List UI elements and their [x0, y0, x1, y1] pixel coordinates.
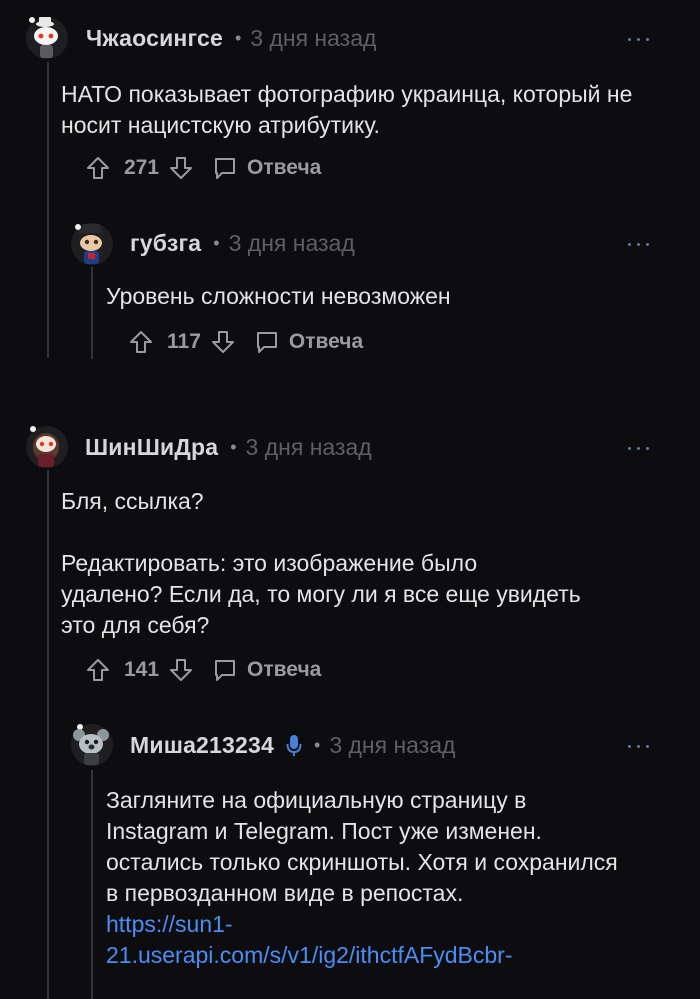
upvote-icon[interactable]	[86, 155, 110, 181]
avatar[interactable]	[24, 14, 68, 59]
separator-dot: •	[213, 233, 220, 253]
comment-header: губзга • 3 дня назад	[130, 230, 355, 257]
vote-score: 117	[167, 330, 201, 353]
comment-body: НАТО показывает фотографию украинца, кот…	[61, 79, 661, 141]
downvote-icon[interactable]	[169, 155, 193, 181]
separator-dot: •	[234, 28, 242, 48]
comment-timestamp: 3 дня назад	[245, 434, 372, 460]
more-options-icon[interactable]	[628, 445, 650, 453]
comment-paragraph: Редактировать: это изображение было удал…	[61, 550, 581, 638]
microphone-icon	[286, 734, 302, 756]
avatar[interactable]	[24, 423, 68, 468]
comment-actions: 117 Отвеча	[129, 327, 363, 357]
avatar[interactable]	[69, 220, 113, 265]
thread-line	[47, 62, 49, 358]
reply-icon[interactable]	[213, 155, 237, 181]
comment-timestamp: 3 дня назад	[329, 732, 456, 758]
downvote-icon[interactable]	[169, 657, 193, 683]
comment-link-line[interactable]: https://sun1-	[106, 911, 233, 937]
thread-line	[91, 267, 93, 359]
comment-author[interactable]: Чжаосингсе	[86, 25, 223, 52]
upvote-icon[interactable]	[86, 657, 110, 683]
comment-body: Загляните на официальную страницу в Inst…	[106, 785, 626, 971]
reply-button[interactable]: Отвеча	[247, 156, 321, 180]
more-options-icon[interactable]	[628, 241, 650, 249]
thread-line	[91, 770, 93, 999]
reply-icon[interactable]	[213, 657, 237, 683]
downvote-icon[interactable]	[211, 329, 235, 355]
comment-author[interactable]: губзга	[130, 230, 201, 257]
comment-timestamp: 3 дня назад	[228, 230, 355, 256]
thread-line	[47, 470, 49, 999]
comment-link-line[interactable]: 21.userapi.com/s/v1/ig2/ithctfAFydBcbr-	[106, 942, 513, 968]
separator-dot: •	[230, 437, 237, 457]
reply-button[interactable]: Отвеча	[289, 330, 363, 354]
separator-dot: •	[314, 735, 321, 755]
more-options-icon[interactable]	[628, 36, 650, 44]
comment-header: ШинШиДра • 3 дня назад	[85, 434, 372, 461]
reply-icon[interactable]	[255, 329, 279, 355]
comment-paragraph: Загляните на официальную страницу в Inst…	[106, 787, 618, 906]
comment-paragraph: Бля, ссылка?	[61, 488, 204, 514]
comment-author[interactable]: ШинШиДра	[85, 434, 218, 461]
comment-timestamp: 3 дня назад	[250, 25, 377, 51]
comment-header: Чжаосингсе • 3 дня назад	[86, 25, 376, 52]
comment-body: Бля, ссылка? Редактировать: это изображе…	[61, 486, 581, 641]
vote-score: 271	[124, 156, 160, 179]
reply-button[interactable]: Отвеча	[247, 658, 321, 682]
comment-author[interactable]: Миша213234	[130, 732, 274, 759]
upvote-icon[interactable]	[129, 329, 153, 355]
more-options-icon[interactable]	[628, 743, 650, 751]
avatar[interactable]	[69, 721, 113, 766]
comment-paragraph: Уровень сложности невозможен	[106, 283, 451, 309]
comment-actions: 271 Отвеча	[86, 153, 321, 183]
comment-actions: 141 Отвеча	[86, 655, 321, 685]
comment-paragraph: НАТО показывает фотографию украинца, кот…	[61, 81, 633, 138]
comment-body: Уровень сложности невозможен	[106, 281, 666, 312]
comment-header: Миша213234 • 3 дня назад	[130, 732, 455, 759]
comment-link[interactable]: https://sun1- 21.userapi.com/s/v1/ig2/it…	[106, 909, 626, 971]
vote-score: 141	[124, 658, 160, 681]
